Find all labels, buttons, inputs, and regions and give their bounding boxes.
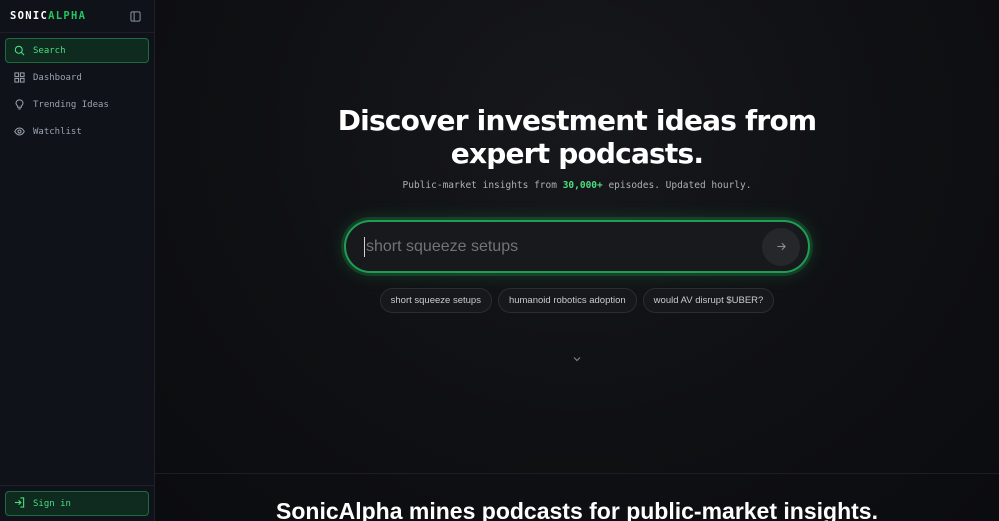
hero-title-line-2: expert podcasts. bbox=[450, 137, 704, 170]
section-divider bbox=[155, 473, 999, 474]
sidebar-item-label: Watchlist bbox=[33, 126, 82, 137]
sidebar-item-dashboard[interactable]: Dashboard bbox=[5, 65, 149, 90]
sign-in-icon bbox=[14, 496, 25, 511]
suggestion-chip[interactable]: would AV disrupt $UBER? bbox=[642, 288, 775, 313]
sidebar-item-label: Dashboard bbox=[33, 72, 82, 83]
subtitle-prefix: Public-market insights from bbox=[402, 180, 563, 191]
hero-title: Discover investment ideas from expert po… bbox=[155, 104, 999, 170]
suggestion-chip[interactable]: short squeeze setups bbox=[379, 288, 492, 313]
search-submit-button[interactable] bbox=[762, 227, 800, 266]
sidebar-item-label: Trending Ideas bbox=[33, 99, 109, 110]
sidebar-toggle-icon[interactable] bbox=[128, 9, 142, 23]
sidebar-footer: Sign in bbox=[0, 485, 154, 521]
sidebar-item-trending-ideas[interactable]: Trending Ideas bbox=[5, 92, 149, 117]
sidebar: SONICALPHA Search Dashboard Trending Ide… bbox=[0, 0, 155, 521]
hero-title-line-1: Discover investment ideas from bbox=[337, 104, 817, 137]
search-input[interactable] bbox=[364, 236, 762, 257]
suggestion-chip[interactable]: humanoid robotics adoption bbox=[497, 288, 637, 313]
dashboard-icon bbox=[14, 72, 25, 83]
search-icon bbox=[14, 45, 25, 56]
chevron-down-icon[interactable] bbox=[571, 352, 583, 364]
section-title: SonicAlpha mines podcasts for public-mar… bbox=[276, 498, 878, 521]
hero-subtitle: Public-market insights from 30,000+ epis… bbox=[155, 180, 999, 191]
eye-icon bbox=[14, 126, 25, 137]
logo-text-alpha: ALPHA bbox=[48, 10, 87, 22]
episode-count: 30,000+ bbox=[562, 180, 603, 191]
suggestion-chips: short squeeze setups humanoid robotics a… bbox=[155, 288, 999, 313]
logo[interactable]: SONICALPHA bbox=[10, 10, 86, 22]
sign-in-label: Sign in bbox=[33, 498, 71, 509]
sidebar-item-search[interactable]: Search bbox=[5, 38, 149, 63]
subtitle-suffix: episodes. Updated hourly. bbox=[602, 180, 752, 191]
logo-text-sonic: SONIC bbox=[10, 10, 49, 22]
sidebar-item-label: Search bbox=[33, 45, 66, 56]
lightbulb-icon bbox=[14, 99, 25, 110]
arrow-right-icon bbox=[776, 242, 786, 251]
sign-in-button[interactable]: Sign in bbox=[5, 491, 149, 516]
main-content: Discover investment ideas from expert po… bbox=[155, 0, 999, 521]
search-box bbox=[344, 220, 810, 273]
sidebar-nav: Search Dashboard Trending Ideas Watchlis… bbox=[0, 33, 154, 151]
sidebar-item-watchlist[interactable]: Watchlist bbox=[5, 119, 149, 144]
logo-row: SONICALPHA bbox=[0, 0, 154, 33]
